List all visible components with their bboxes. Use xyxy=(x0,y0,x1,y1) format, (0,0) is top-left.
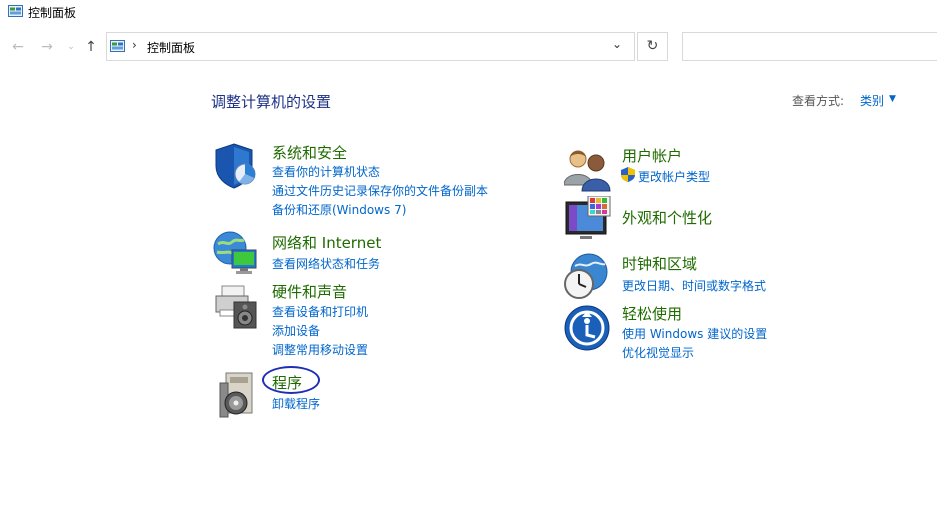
shield-icon[interactable] xyxy=(212,142,260,190)
chevron-down-icon: ⌄ xyxy=(67,42,75,52)
category-hardware-sound[interactable]: 硬件和声音 xyxy=(272,281,347,302)
link-change-date-time-format[interactable]: 更改日期、时间或数字格式 xyxy=(622,277,766,294)
triangle-down-icon[interactable]: ▼ xyxy=(889,94,896,104)
link-uninstall-program[interactable]: 卸载程序 xyxy=(272,395,320,412)
link-change-account-type[interactable]: 更改帐户类型 xyxy=(638,168,710,185)
forward-button[interactable]: → xyxy=(38,38,56,56)
user-accounts-icon[interactable] xyxy=(564,145,612,193)
address-dropdown-button[interactable]: ⌄ xyxy=(612,37,622,51)
address-bar[interactable]: › 控制面板 ⌄ xyxy=(106,32,635,61)
link-view-computer-status[interactable]: 查看你的计算机状态 xyxy=(272,163,380,180)
link-optimize-visual-display[interactable]: 优化视觉显示 xyxy=(622,344,694,361)
link-backup-restore[interactable]: 备份和还原(Windows 7) xyxy=(272,201,406,218)
category-system-security[interactable]: 系统和安全 xyxy=(272,142,347,163)
link-devices-printers[interactable]: 查看设备和打印机 xyxy=(272,303,368,320)
category-user-accounts[interactable]: 用户帐户 xyxy=(622,145,682,166)
refresh-button[interactable]: ↻ xyxy=(637,32,668,61)
back-button[interactable]: ← xyxy=(9,38,27,56)
link-file-history-backup[interactable]: 通过文件历史记录保存你的文件备份副本 xyxy=(272,182,488,199)
link-network-status[interactable]: 查看网络状态和任务 xyxy=(272,255,380,272)
up-button[interactable]: ↑ xyxy=(82,38,100,56)
category-clock-region[interactable]: 时钟和区域 xyxy=(622,253,697,274)
view-by-dropdown[interactable]: 类别 xyxy=(860,92,884,109)
control-panel-icon xyxy=(8,5,23,17)
clock-globe-icon[interactable] xyxy=(563,252,611,300)
category-network-internet[interactable]: 网络和 Internet xyxy=(272,232,381,253)
globe-network-icon[interactable] xyxy=(212,230,260,278)
category-appearance-personalization[interactable]: 外观和个性化 xyxy=(622,207,712,228)
programs-disc-icon[interactable] xyxy=(216,371,264,419)
forward-arrow-icon: → xyxy=(41,39,53,55)
breadcrumb-control-panel[interactable]: 控制面板 xyxy=(147,39,195,56)
link-recommended-settings[interactable]: 使用 Windows 建议的设置 xyxy=(622,325,767,342)
page-title: 调整计算机的设置 xyxy=(211,93,332,111)
recent-locations-button[interactable]: ⌄ xyxy=(62,38,80,56)
ease-of-access-icon[interactable] xyxy=(564,305,612,353)
category-programs[interactable]: 程序 xyxy=(272,372,302,393)
appearance-monitor-icon[interactable] xyxy=(564,196,612,244)
back-arrow-icon: ← xyxy=(12,39,24,55)
control-panel-icon xyxy=(110,40,125,52)
link-mobility-settings[interactable]: 调整常用移动设置 xyxy=(272,341,368,358)
title-bar: 控制面板 xyxy=(0,0,937,26)
link-add-device[interactable]: 添加设备 xyxy=(272,322,320,339)
view-by-label: 查看方式: xyxy=(792,94,845,108)
refresh-icon: ↻ xyxy=(646,38,659,54)
breadcrumb-separator[interactable]: › xyxy=(132,38,137,52)
printer-speaker-icon[interactable] xyxy=(212,282,260,330)
search-input[interactable] xyxy=(682,32,937,61)
uac-shield-icon xyxy=(621,167,635,182)
up-arrow-icon: ↑ xyxy=(85,39,97,55)
category-ease-of-access[interactable]: 轻松使用 xyxy=(622,303,682,324)
window-title: 控制面板 xyxy=(28,6,77,20)
